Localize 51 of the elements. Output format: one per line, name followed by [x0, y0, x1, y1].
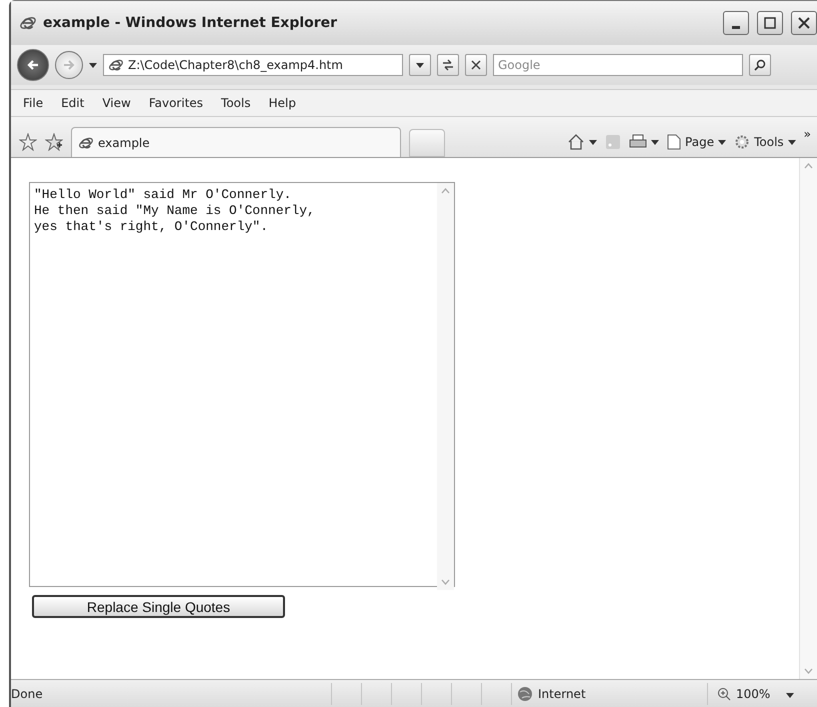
address-dropdown-button[interactable] [409, 54, 431, 76]
zoom-button[interactable]: 100% [717, 686, 770, 700]
menu-item[interactable]: File [23, 96, 44, 110]
status-text: Done [11, 686, 44, 700]
caret-icon[interactable] [416, 62, 424, 68]
refresh-icon [441, 58, 455, 72]
zoom-icon [717, 686, 731, 700]
page-icon [667, 134, 682, 150]
star-icon[interactable] [19, 133, 37, 151]
more-commands-button[interactable]: » [804, 127, 811, 141]
menu-item[interactable]: Help [268, 96, 296, 110]
maximize-button[interactable] [757, 11, 783, 35]
search-button[interactable] [749, 54, 771, 76]
browser-logo-icon [108, 57, 124, 73]
stop-button[interactable] [465, 54, 487, 76]
minimize-button[interactable] [723, 11, 749, 35]
caret-icon[interactable] [589, 140, 598, 144]
back-button[interactable] [17, 49, 49, 81]
home-icon[interactable] [567, 133, 586, 151]
caret-icon[interactable] [651, 140, 660, 144]
toolbar-menu-button[interactable]: Page [667, 127, 726, 157]
search-field[interactable]: Google [493, 54, 743, 76]
gear-icon [734, 134, 750, 150]
text-area[interactable]: "Hello World" said Mr O'Connerly. He then said "My Name is O'Connerly, yes that's right, O'Connerly". [29, 182, 455, 587]
menu-item[interactable]: Favorites [148, 96, 204, 110]
address-field[interactable]: Z:\Code\Chapter8\ch8_examp4.htm [103, 54, 403, 76]
zone-text: Internet [538, 686, 586, 700]
browser-logo-icon [19, 14, 37, 32]
menu-item[interactable]: View [102, 96, 131, 110]
replace-quotes-button[interactable]: Replace Single Quotes [32, 595, 285, 618]
printer-icon[interactable] [629, 134, 648, 150]
window-title: example - Windows Internet Explorer [43, 15, 338, 31]
maximize-icon [764, 17, 776, 29]
globe-icon [517, 686, 533, 702]
add-favorite-icon[interactable] [45, 133, 63, 151]
refresh-button[interactable] [437, 54, 459, 76]
search-icon [754, 59, 766, 71]
caret-icon[interactable] [89, 62, 97, 68]
menu-item[interactable]: Tools [221, 96, 251, 110]
toolbar-menu-button[interactable]: Tools [734, 127, 796, 157]
caret-icon[interactable] [718, 140, 726, 144]
minimize-icon [732, 26, 740, 28]
caret-icon[interactable] [788, 140, 796, 144]
forward-arrow-icon [62, 58, 76, 72]
caret-icon[interactable] [786, 692, 794, 698]
forward-button[interactable] [55, 51, 83, 79]
menu-item[interactable]: Edit [61, 96, 84, 110]
close-button[interactable] [791, 11, 817, 35]
browser-tab[interactable]: example [71, 127, 401, 157]
close-icon [798, 17, 810, 29]
close-icon [470, 59, 482, 71]
